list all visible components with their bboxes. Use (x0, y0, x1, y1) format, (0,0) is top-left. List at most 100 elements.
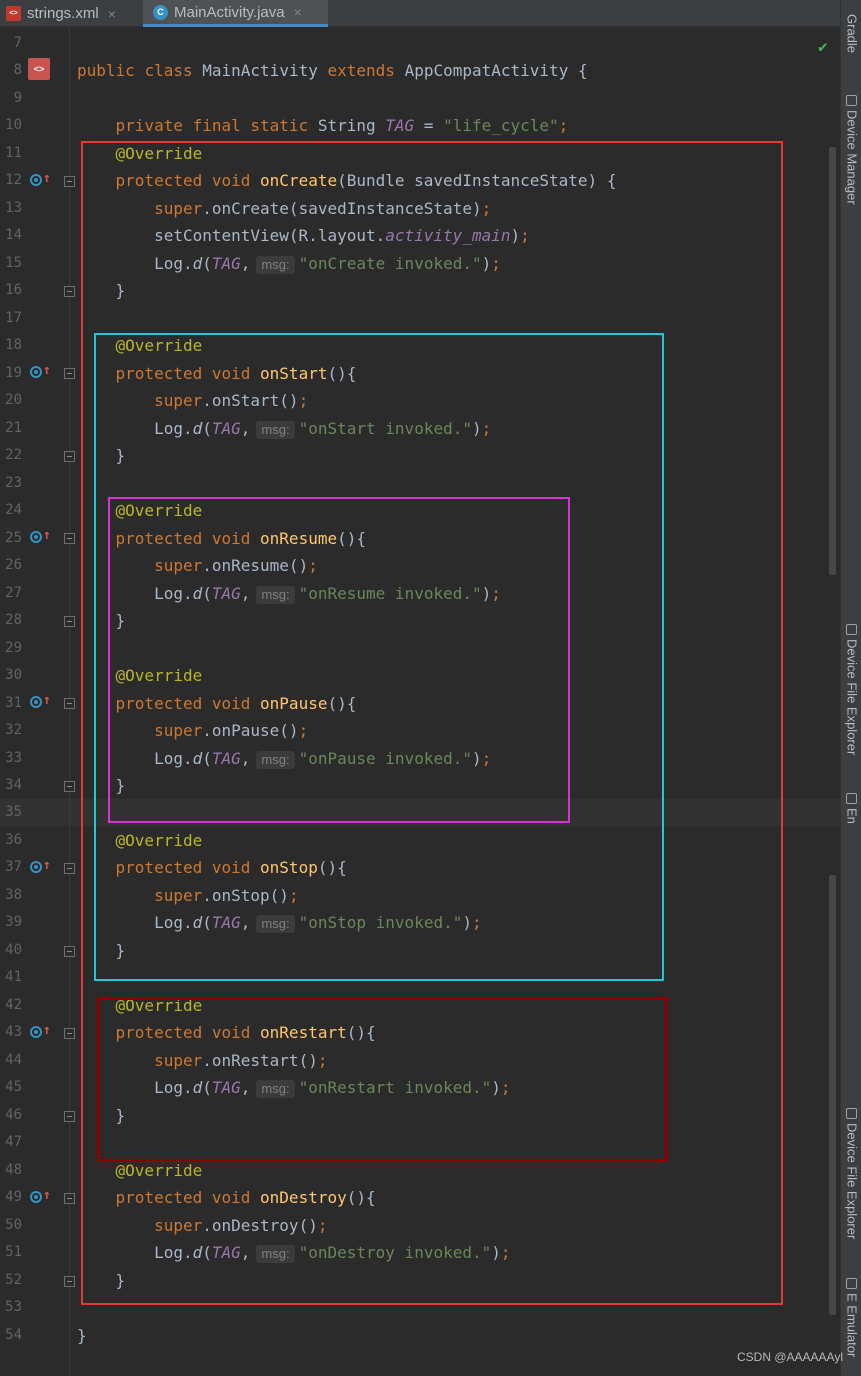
keyword: extends (327, 61, 395, 80)
tab-label: MainActivity.java (174, 3, 285, 21)
line-number: 35 (5, 804, 22, 820)
field-name: TAG (211, 419, 241, 438)
annotation: @Override (115, 831, 203, 850)
watermark: CSDN @AAAAAAyl (737, 1350, 843, 1364)
tool-label: Gradle (844, 14, 860, 54)
code-line: protected void onRestart(){ (0, 1019, 840, 1046)
code-line: super.onRestart(); (154, 1051, 328, 1070)
method-name: onPause (260, 694, 328, 713)
class-ref: Log. (154, 254, 193, 273)
code-line: protected void onPause(){ (0, 690, 840, 717)
keyword: super (154, 1216, 203, 1235)
keyword: super (154, 721, 203, 740)
call: setContentView(R.layout. (154, 226, 386, 245)
call: .onStart() (202, 391, 299, 410)
line-number: 23 (5, 475, 22, 491)
line-number: 7 (13, 35, 22, 51)
params: (){ (337, 529, 366, 548)
keyword: protected void (115, 171, 251, 190)
string-literal: "onDestroy invoked." (298, 1243, 492, 1262)
device-icon (846, 1278, 857, 1289)
code-line: protected void onDestroy(){ (0, 1184, 840, 1211)
close-icon[interactable]: × (108, 6, 116, 22)
type-name: String (317, 116, 376, 135)
keyword: super (154, 886, 203, 905)
string-literal: "life_cycle" (443, 116, 559, 135)
scroll-thumb[interactable] (829, 147, 836, 575)
device-manager-tool-button[interactable]: Device Manager (841, 95, 861, 205)
device-file-explorer-tool-button[interactable]: Device File Explorer (841, 624, 861, 755)
field-name: TAG (211, 1078, 241, 1097)
editor-tab-bar: <> strings.xml × C MainActivity.java × (0, 0, 840, 27)
emulator-tool-button[interactable]: E Emulator (841, 1278, 861, 1357)
class-ref: Log. (154, 1243, 193, 1262)
string-literal: "onRestart invoked." (298, 1078, 492, 1097)
method-name: d (192, 254, 203, 273)
call: .onRestart() (202, 1051, 318, 1070)
params: (){ (317, 858, 347, 877)
scroll-thumb[interactable] (829, 875, 836, 1315)
brace: { (568, 61, 588, 80)
string-literal: "onCreate invoked." (298, 254, 482, 273)
code-line: protected void onStart(){ (0, 360, 840, 387)
device-file-explorer-tool-button[interactable]: Device File Explorer (841, 1108, 861, 1239)
string-literal: "onResume invoked." (298, 584, 482, 603)
params: (){ (327, 364, 357, 383)
code-line: Log.d(TAG, msg: "onStart invoked."); (154, 419, 492, 439)
field-name: TAG (211, 1243, 241, 1262)
line-number: 17 (5, 310, 22, 326)
string-literal: "onStart invoked." (298, 419, 472, 438)
java-class-icon: C (153, 4, 168, 20)
brace: } (115, 1271, 126, 1290)
emulator-tool-button[interactable]: En (841, 793, 861, 824)
code-line: @Override (0, 497, 840, 524)
brace: } (115, 776, 126, 795)
field-name: TAG (211, 913, 241, 932)
field-name: TAG (211, 749, 241, 768)
keyword: protected void (115, 858, 251, 877)
code-line: } (0, 1267, 840, 1294)
keyword: private final static (115, 116, 309, 135)
parameter-hint: msg: (256, 915, 295, 933)
parameter-hint: msg: (256, 586, 295, 604)
method-name: d (192, 913, 203, 932)
code-line: protected void onResume(){ (0, 525, 840, 552)
params: (){ (346, 1023, 376, 1042)
gradle-tool-button[interactable]: Gradle (841, 14, 861, 53)
device-icon (846, 1108, 857, 1119)
code-line: super.onResume(); (154, 556, 318, 575)
code-editor[interactable]: <> ✔ 7 8 9 10 11 12 13 14 15 16 17 18 19… (0, 27, 840, 1376)
tab-main-activity-java[interactable]: C MainActivity.java × (143, 0, 328, 27)
code-line: } (0, 442, 840, 469)
code-line: private final static String TAG = "life_… (0, 112, 840, 139)
keyword: super (154, 199, 203, 218)
keyword: super (154, 1051, 203, 1070)
keyword: protected void (115, 1188, 251, 1207)
xml-file-icon: <> (6, 6, 21, 21)
tab-strings-xml[interactable]: <> strings.xml × (6, 0, 140, 27)
method-name: d (192, 584, 203, 603)
brace: } (115, 941, 126, 960)
field-name: TAG (211, 584, 241, 603)
field-name: TAG (385, 116, 415, 135)
parameter-hint: msg: (256, 751, 295, 769)
line-number: 9 (13, 90, 22, 106)
method-name: onDestroy (260, 1188, 347, 1207)
params: (){ (346, 1188, 376, 1207)
vertical-scrollbar[interactable] (828, 147, 837, 1347)
code-line: @Override (0, 827, 840, 854)
method-name: onStop (260, 858, 318, 877)
code-line: protected void onCreate(Bundle savedInst… (0, 167, 840, 194)
parameter-hint: msg: (256, 1080, 295, 1098)
code-line: super.onStop(); (154, 886, 299, 905)
annotation: @Override (115, 666, 203, 685)
params: (){ (327, 694, 357, 713)
call: .onDestroy() (202, 1216, 318, 1235)
close-icon[interactable]: × (294, 4, 302, 20)
method-name: onStart (260, 364, 328, 383)
annotation: @Override (115, 1161, 203, 1180)
tool-label: Device File Explorer (844, 1123, 860, 1240)
code-line: @Override (0, 332, 840, 359)
brace: } (115, 281, 126, 300)
tool-label: En (844, 808, 860, 824)
